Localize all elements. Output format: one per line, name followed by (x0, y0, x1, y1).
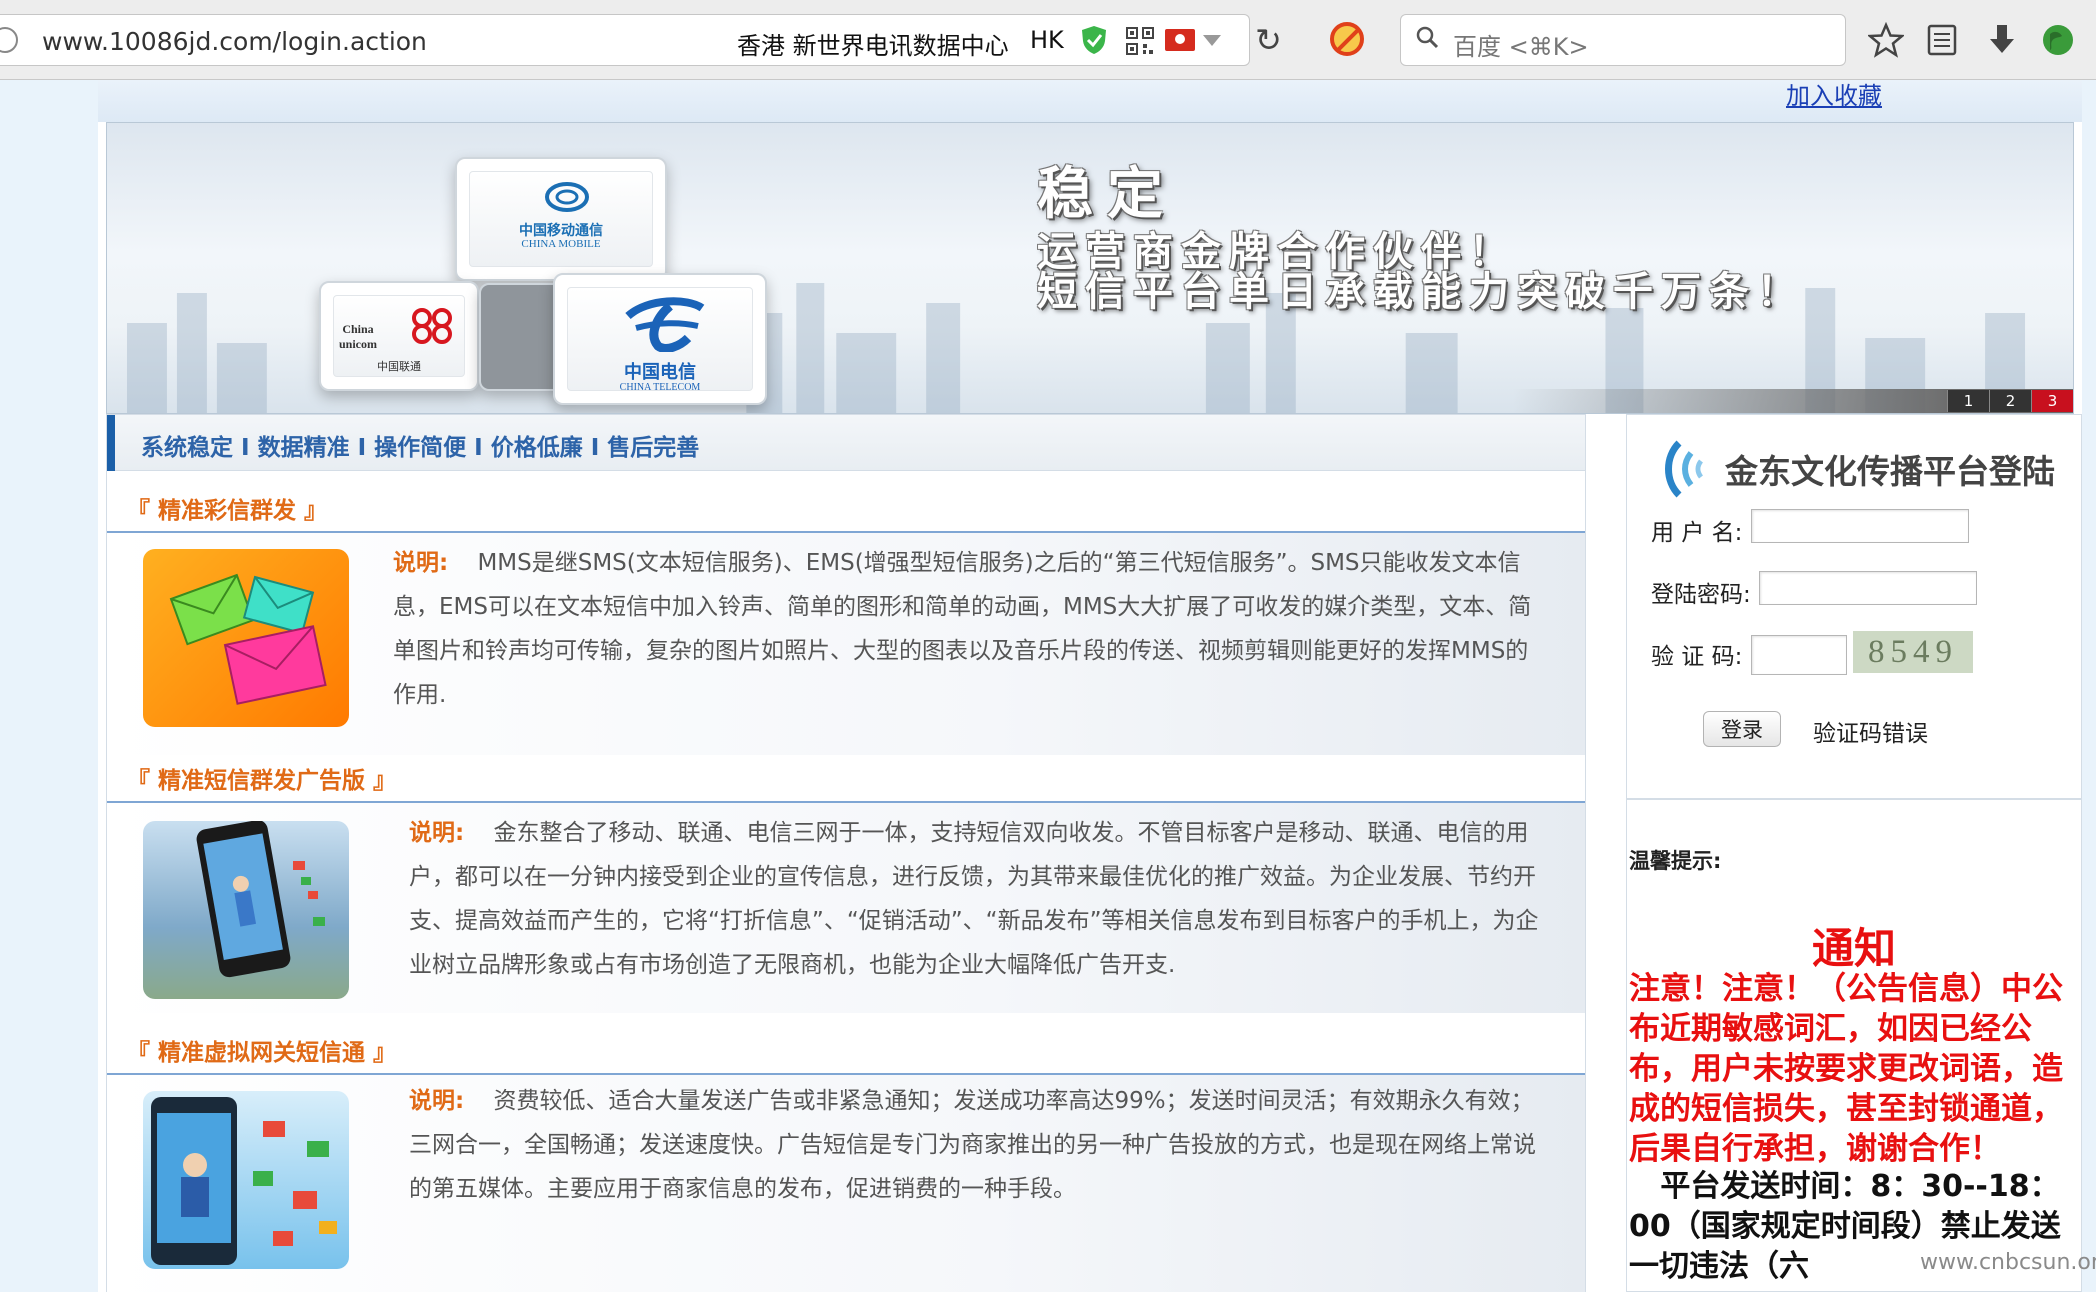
watermark-text: www.cnbcsun.org (1920, 1250, 2096, 1275)
section-label: 说明: (409, 820, 465, 846)
password-label: 登陆密码: (1651, 582, 1751, 608)
china-telecom-cube: 中国电信 CHINA TELECOM (553, 273, 767, 405)
phone-messages-icon (151, 1097, 337, 1265)
section-sms-ad: 说明: 金东整合了移动、联通、电信三网于一体，支持短信双向收发。不管目标客户是移… (107, 803, 1585, 1013)
china-telecom-cn-text: 中国电信 (624, 362, 696, 382)
shield-check-icon[interactable] (1081, 25, 1107, 55)
china-unicom-logo-icon (412, 308, 452, 344)
china-unicom-en-text: China unicom (338, 322, 377, 351)
china-unicom-cube: China unicom 中国联通 (319, 281, 479, 391)
banner-page-2-button[interactable]: 2 (1989, 390, 2031, 412)
signal-wave-logo-icon (1665, 440, 1704, 498)
chevron-down-icon[interactable] (1203, 35, 1221, 46)
smartphone-icon (196, 821, 325, 978)
login-title: 金东文化传播平台登陆 (1725, 455, 2055, 491)
main-content: 系统稳定 I 数据精准 I 操作简便 I 价格低廉 I 售后完善 『 精准彩信群… (106, 414, 1586, 1292)
section-label: 说明: (393, 550, 449, 576)
url-text[interactable]: www.10086jd.com/login.action (42, 27, 427, 56)
search-box[interactable]: 百度 <⌘K> (1400, 14, 1846, 66)
tips-label: 温馨提示: (1629, 849, 1722, 873)
page-left-margin (0, 80, 98, 1292)
section-virtual-gateway-description: 说明: 资费较低、适合大量发送广告或非紧急通知；发送成功率高达99%；发送时间灵… (409, 1079, 1549, 1211)
login-form: 金东文化传播平台登陆 用 户 名: 登陆密码: 验 证 码: 8549 登录 验… (1627, 415, 2081, 800)
extension-globe-icon[interactable] (2040, 22, 2076, 58)
slogan-text: 系统稳定 I 数据精准 I 操作简便 I 价格低廉 I 售后完善 (141, 435, 700, 461)
login-sidebar: 金东文化传播平台登陆 用 户 名: 登陆密码: 验 证 码: 8549 登录 验… (1626, 414, 2082, 1292)
hk-flag-icon[interactable] (1165, 29, 1195, 51)
china-telecom-en-text: CHINA TELECOM (619, 382, 701, 393)
section-mms: 说明: MMS是继SMS(文本短信服务)、EMS(增强型短信服务)之后的“第三代… (107, 533, 1585, 755)
section-title-sms-ad: 『 精准短信群发广告版 』 (127, 768, 397, 794)
address-bar[interactable]: www.10086jd.com/login.action 香港 新世界电讯数据中… (0, 14, 1250, 66)
login-button[interactable]: 登录 (1703, 711, 1781, 747)
banner-headline: 稳定 (1037, 164, 1177, 226)
banner-pager: 1 2 3 (1513, 389, 2073, 413)
captcha-error-text: 验证码错误 (1813, 721, 1928, 747)
globe-icon (0, 27, 18, 53)
section-virtual-gateway: 说明: 资费较低、适合大量发送广告或非紧急通知；发送成功率高达99%；发送时间灵… (107, 1075, 1585, 1292)
china-telecom-logo-icon (625, 297, 705, 352)
page-right-margin (2082, 80, 2096, 1292)
site-location-text: 香港 新世界电讯数据中心 (737, 32, 1009, 60)
username-label: 用 户 名: (1651, 520, 1743, 546)
envelope-icon (169, 573, 327, 705)
section-title-virtual-gateway: 『 精准虚拟网关短信通 』 (127, 1040, 397, 1066)
section-title-mms: 『 精准彩信群发 』 (127, 498, 328, 524)
qr-code-icon[interactable] (1126, 27, 1154, 55)
hero-banner: 中国移动通信 CHINA MOBILE China unicom 中国联通 中国… (106, 122, 2074, 414)
captcha-input[interactable] (1751, 635, 1847, 675)
site-region-text: HK (1030, 26, 1064, 54)
mms-envelopes-image (143, 549, 349, 727)
phone-envelopes-image (143, 1091, 349, 1269)
captcha-image[interactable]: 8549 (1853, 631, 1973, 673)
banner-line-2: 短信平台单日承载能力突破千万条！ (1037, 269, 1805, 314)
section-text: 资费较低、适合大量发送广告或非紧急通知；发送成功率高达99%；发送时间灵活；有效… (409, 1088, 1536, 1202)
banner-page-1-button[interactable]: 1 (1947, 390, 1989, 412)
captcha-label: 验 证 码: (1651, 644, 1743, 670)
reading-list-icon[interactable] (1924, 22, 1960, 58)
phone-golfer-image (143, 821, 349, 999)
china-mobile-cn-text: 中国移动通信 (519, 224, 603, 239)
reload-icon[interactable]: ↻ (1255, 20, 1282, 60)
search-icon (1416, 26, 1439, 49)
adblock-extension-icon[interactable] (1330, 22, 1364, 56)
section-mms-description: 说明: MMS是继SMS(文本短信服务)、EMS(增强型短信服务)之后的“第三代… (393, 541, 1543, 717)
banner-page-3-button[interactable]: 3 (2031, 390, 2073, 412)
username-input[interactable] (1751, 509, 1969, 543)
browser-toolbar: www.10086jd.com/login.action 香港 新世界电讯数据中… (0, 0, 2096, 80)
download-icon[interactable] (1984, 22, 2020, 58)
add-favorite-link[interactable]: 加入收藏 (1786, 76, 1882, 111)
section-text: MMS是继SMS(文本短信服务)、EMS(增强型短信服务)之后的“第三代短信服务… (393, 550, 1532, 708)
top-strip (98, 80, 2082, 122)
notice-title: 通知 (1811, 924, 1896, 973)
china-mobile-logo-icon (545, 182, 589, 212)
china-mobile-cube: 中国移动通信 CHINA MOBILE (455, 157, 667, 281)
slogan-bar: 系统稳定 I 数据精准 I 操作简便 I 价格低廉 I 售后完善 (107, 415, 1585, 471)
section-label: 说明: (409, 1088, 465, 1114)
section-text: 金东整合了移动、联通、电信三网于一体，支持短信双向收发。不管目标客户是移动、联通… (409, 820, 1539, 978)
password-input[interactable] (1759, 571, 1977, 605)
china-unicom-cn-text: 中国联通 (377, 361, 421, 373)
star-bookmark-icon[interactable] (1868, 22, 1904, 58)
slogan-accent (107, 415, 115, 471)
section-sms-ad-description: 说明: 金东整合了移动、联通、电信三网于一体，支持短信双向收发。不管目标客户是移… (409, 811, 1549, 987)
search-placeholder[interactable]: 百度 <⌘K> (1453, 27, 1589, 62)
notice-text: 注意！注意！（公告信息）中公布近期敏感词汇，如因已经公布，用户未按要求更改词语，… (1629, 971, 2063, 1167)
china-mobile-en-text: CHINA MOBILE (521, 238, 601, 250)
